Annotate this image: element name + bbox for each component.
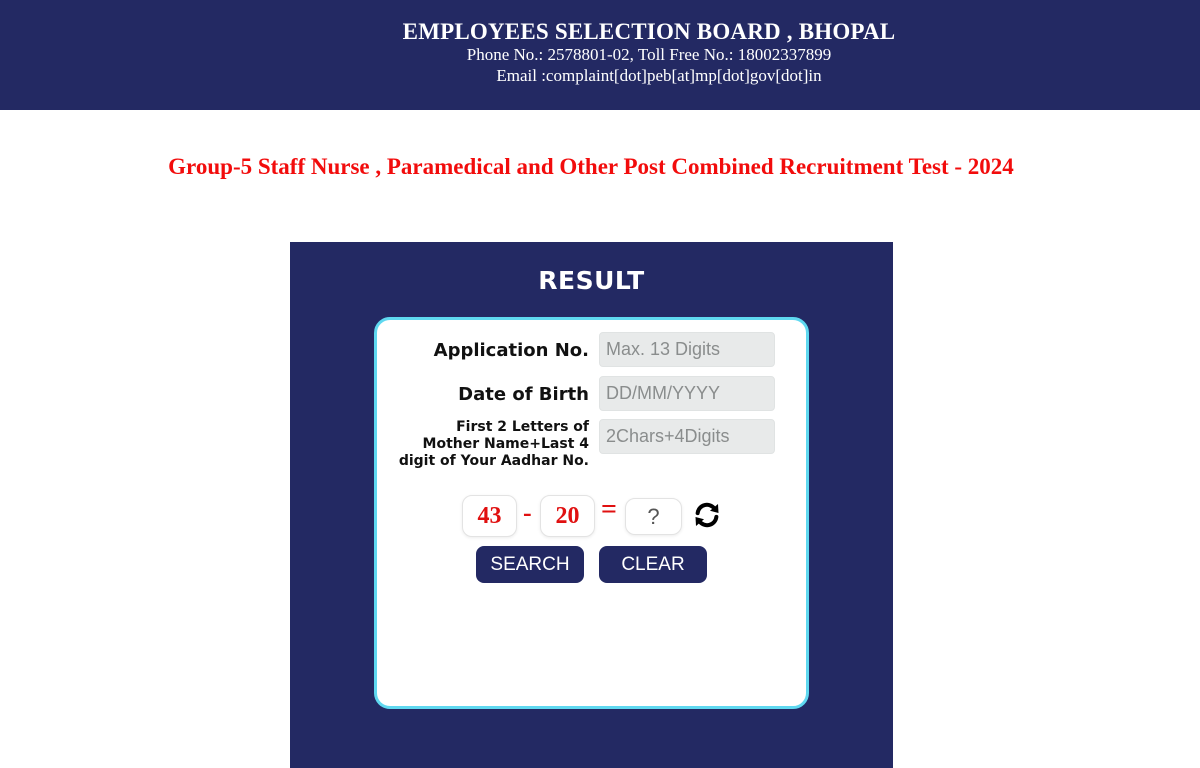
mother-aadhar-input[interactable] [599,419,775,454]
captcha-operand-b: 20 [540,495,595,537]
exam-title: Group-5 Staff Nurse , Paramedical and Ot… [168,154,1014,179]
application-no-input[interactable] [599,332,775,367]
captcha-operand-a: 43 [462,495,517,537]
captcha-operator: - [523,498,532,527]
result-panel: RESULT Application No. Date of Birth Fir… [290,242,893,768]
result-title: RESULT [538,266,645,295]
site-header: EMPLOYEES SELECTION BOARD , BHOPAL Phone… [0,0,1200,110]
result-form: Application No. Date of Birth First 2 Le… [374,317,809,709]
dob-input[interactable] [599,376,775,411]
mother-aadhar-label: First 2 Letters of Mother Name+Last 4 di… [398,419,589,469]
captcha-answer-input[interactable] [625,498,682,535]
dob-label: Date of Birth [458,384,589,405]
search-button[interactable]: SEARCH [476,546,584,583]
org-name: EMPLOYEES SELECTION BOARD , BHOPAL [402,19,896,44]
captcha-equals: = [601,494,617,525]
refresh-icon[interactable] [692,500,722,530]
email-line: Email :complaint[dot]peb[at]mp[dot]gov[d… [496,66,822,85]
clear-button[interactable]: CLEAR [599,546,707,583]
phone-line: Phone No.: 2578801-02, Toll Free No.: 18… [466,45,832,64]
application-no-label: Application No. [433,340,589,361]
